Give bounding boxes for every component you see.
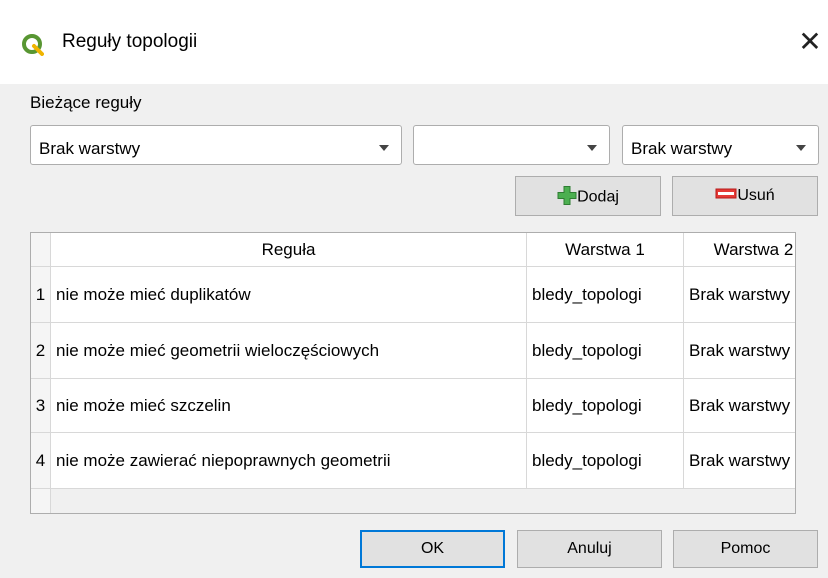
corner-header: [31, 233, 51, 267]
row-number: 1: [31, 267, 51, 323]
layer2-column-header[interactable]: Warstwa 2: [684, 233, 795, 267]
layer2-cell[interactable]: Brak warstwy: [684, 379, 795, 433]
remove-rule-label: Usuń: [737, 187, 775, 204]
layer1-combo-value: Brak warstwy: [39, 139, 141, 158]
chevron-down-icon: [379, 145, 389, 151]
row-number: 3: [31, 379, 51, 433]
chevron-down-icon: [587, 145, 597, 151]
rule-combo[interactable]: [413, 125, 610, 165]
layer2-cell[interactable]: Brak warstwy: [684, 433, 795, 489]
title-bar: Reguły topologii ✕: [0, 0, 828, 84]
rule-cell[interactable]: nie może zawierać niepoprawnych geometri…: [51, 433, 527, 489]
add-rule-label: Dodaj: [577, 188, 619, 206]
minus-icon: [715, 188, 737, 199]
layer1-cell[interactable]: bledy_topologi: [527, 323, 684, 379]
plus-icon: [557, 186, 577, 205]
help-button[interactable]: Pomoc: [673, 530, 818, 568]
table-empty-area: [51, 489, 795, 513]
layer1-cell[interactable]: bledy_topologi: [527, 379, 684, 433]
cancel-button[interactable]: Anuluj: [517, 530, 662, 568]
layer2-cell[interactable]: Brak warstwy: [684, 323, 795, 379]
layer1-combo[interactable]: Brak warstwy: [30, 125, 402, 165]
layer2-combo-value: Brak warstwy: [631, 139, 733, 158]
layer2-cell[interactable]: Brak warstwy: [684, 267, 795, 323]
remove-rule-button[interactable]: Usuń: [672, 176, 818, 216]
layer1-cell[interactable]: bledy_topologi: [527, 433, 684, 489]
current-rules-label: Bieżące reguły: [30, 93, 142, 112]
row-header-filler: [31, 489, 51, 513]
layer2-combo[interactable]: Brak warstwy: [622, 125, 819, 165]
add-rule-button[interactable]: Dodaj: [515, 176, 661, 216]
rule-column-header[interactable]: Reguła: [51, 233, 527, 267]
window-title: Reguły topologii: [62, 31, 198, 52]
close-icon[interactable]: ✕: [795, 24, 825, 60]
row-number: 4: [31, 433, 51, 489]
rule-cell[interactable]: nie może mieć szczelin: [51, 379, 527, 433]
ok-button[interactable]: OK: [360, 530, 505, 568]
rules-table[interactable]: Reguła Warstwa 1 Warstwa 2 1 nie może mi…: [30, 232, 796, 514]
layer1-cell[interactable]: bledy_topologi: [527, 267, 684, 323]
qgis-logo-icon: [22, 34, 44, 56]
rule-cell[interactable]: nie może mieć geometrii wieloczęściowych: [51, 323, 527, 379]
row-number: 2: [31, 323, 51, 379]
rule-cell[interactable]: nie może mieć duplikatów: [51, 267, 527, 323]
chevron-down-icon: [796, 145, 806, 151]
layer1-column-header[interactable]: Warstwa 1: [527, 233, 684, 267]
